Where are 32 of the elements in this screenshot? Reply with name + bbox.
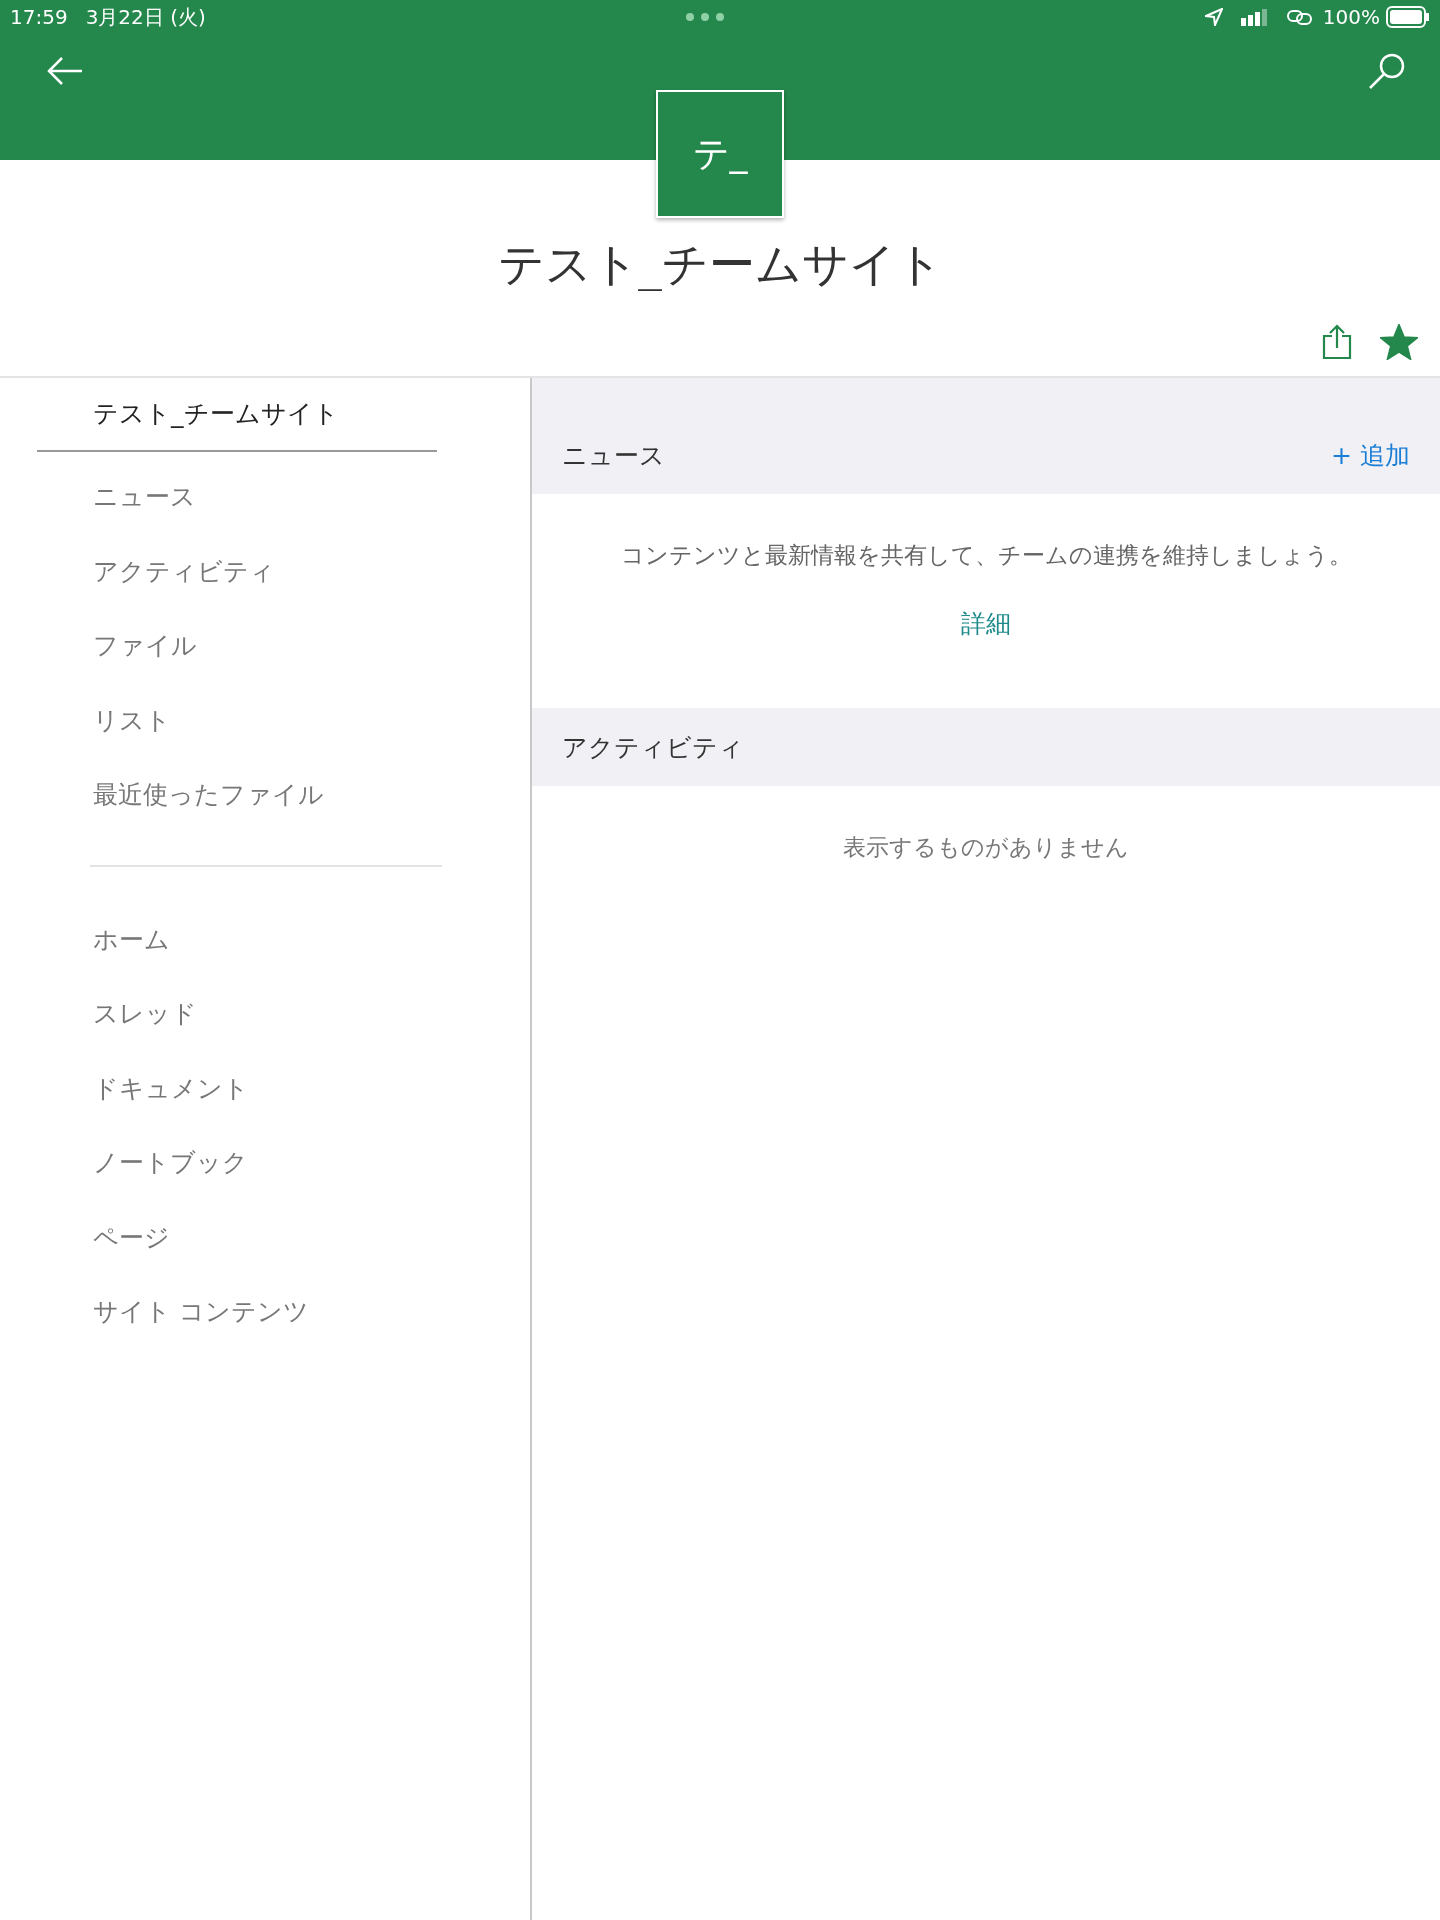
sidebar-item[interactable]: ファイル	[37, 609, 197, 684]
sidebar-item[interactable]: スレッド	[37, 977, 197, 1052]
sidebar-item[interactable]: リスト	[37, 683, 171, 758]
sidebar-item[interactable]: ドキュメント	[37, 1051, 249, 1126]
section-title: ニュース	[562, 440, 665, 472]
more-dots-icon	[685, 12, 726, 22]
news-message: コンテンツと最新情報を共有して、チームの連携を維持しましょう。	[619, 541, 1353, 570]
add-link[interactable]: + 追加	[1331, 439, 1410, 472]
battery-icon	[1386, 6, 1430, 28]
back-button[interactable]	[46, 56, 84, 86]
sidebar-item[interactable]: ホーム	[37, 902, 170, 977]
search-button[interactable]	[1368, 52, 1406, 90]
sidebar-item[interactable]: サイト コンテンツ	[37, 1275, 309, 1350]
share-button[interactable]	[1322, 324, 1352, 360]
signal-icon	[1240, 8, 1269, 26]
section-title: アクティビティ	[562, 731, 744, 764]
favorite-button[interactable]	[1380, 324, 1418, 360]
site-title: テスト_チームサイト	[496, 236, 944, 293]
sidebar-item[interactable]: ニュース	[37, 460, 196, 535]
sidebar-item[interactable]: ページ	[37, 1200, 170, 1275]
sidebar-item[interactable]: アクティビティ	[37, 534, 275, 609]
sidebar-item[interactable]: ノートブック	[37, 1126, 248, 1201]
battery-percent: 100%	[1322, 5, 1380, 29]
link-icon	[1286, 9, 1313, 25]
sidebar-item[interactable]: テスト_チームサイト	[37, 378, 437, 452]
site-logo-tile: テ_	[656, 90, 784, 218]
status-time: 17:59	[10, 5, 68, 29]
empty-message: 表示するものがありません	[842, 833, 1130, 862]
details-link[interactable]: 詳細	[961, 607, 1011, 640]
sidebar-item[interactable]: 最近使ったファイル	[37, 758, 324, 833]
status-date: 3月22日 (火)	[85, 3, 206, 31]
location-icon	[1204, 8, 1223, 26]
